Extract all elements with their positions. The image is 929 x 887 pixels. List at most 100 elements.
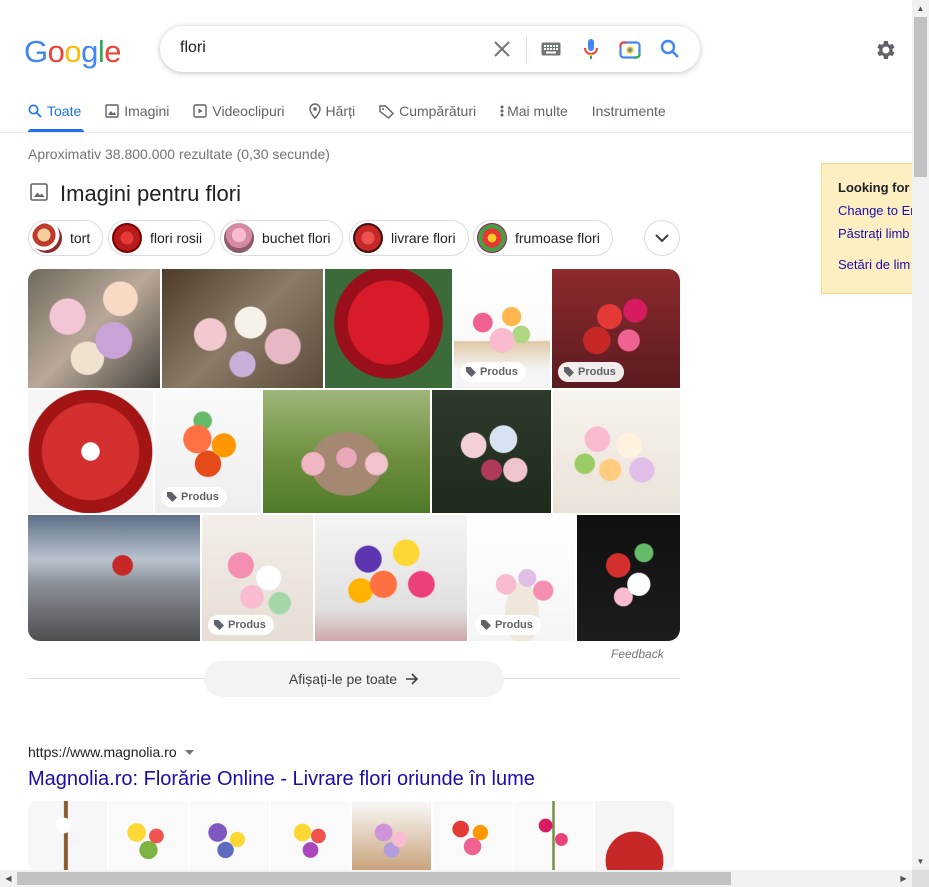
horizontal-scroll-thumb[interactable] <box>17 872 731 885</box>
tab-tools[interactable]: Instrumente <box>592 101 666 121</box>
product-badge: Produs <box>558 362 624 382</box>
tab-more[interactable]: Mai multe <box>500 101 568 121</box>
tab-images[interactable]: Imagini <box>105 101 169 121</box>
keyboard-icon[interactable] <box>539 37 563 61</box>
chip-thumbnail <box>32 223 62 253</box>
result-thumbnail[interactable] <box>28 801 107 871</box>
chip-label: buchet flori <box>262 230 331 246</box>
image-result[interactable] <box>432 390 551 513</box>
header-divider <box>0 132 912 133</box>
result-image-strip <box>28 801 674 871</box>
chip-label: livrare flori <box>391 230 456 246</box>
popup-link-language-settings[interactable]: Setări de lim <box>838 257 921 272</box>
image-result[interactable] <box>325 269 452 388</box>
chip-tort[interactable]: tort <box>28 220 104 256</box>
result-stats: Aproximativ 38.800.000 rezultate (0,30 s… <box>28 146 330 162</box>
tag-icon <box>564 367 574 377</box>
caret-down-icon[interactable] <box>184 749 194 755</box>
camera-lens-icon[interactable] <box>618 37 642 61</box>
chip-label: tort <box>70 230 91 246</box>
popup-link-change-language[interactable]: Change to Er <box>838 203 921 218</box>
image-icon <box>105 104 119 118</box>
tab-shopping[interactable]: Cumpărături <box>379 101 476 121</box>
search-icon <box>28 104 42 118</box>
images-section-title: Imagini pentru flori <box>60 181 241 206</box>
image-result[interactable] <box>553 390 680 513</box>
image-result[interactable] <box>28 390 153 513</box>
tab-label: Instrumente <box>591 103 666 119</box>
feedback-link[interactable]: Feedback <box>611 647 664 661</box>
chevron-down-icon <box>655 233 669 242</box>
video-icon <box>193 104 208 118</box>
image-result[interactable] <box>28 515 200 641</box>
product-badge: Produs <box>460 362 526 382</box>
chip-label: flori rosii <box>150 230 203 246</box>
tag-icon <box>167 492 177 502</box>
result-thumbnail[interactable] <box>271 801 350 871</box>
search-box[interactable]: flori <box>160 26 700 72</box>
google-logo[interactable]: Google <box>24 34 122 70</box>
search-icon[interactable] <box>658 37 682 61</box>
tab-label: Videoclipuri <box>212 103 285 119</box>
chip-thumbnail <box>224 223 254 253</box>
chips-expand-button[interactable] <box>644 220 680 256</box>
show-all-button[interactable]: Afișați-le pe toate <box>204 661 504 697</box>
scroll-left-arrow-icon[interactable]: ◀ <box>0 870 17 887</box>
tab-label: Mai multe <box>507 103 568 119</box>
image-result[interactable] <box>28 269 160 388</box>
search-divider <box>526 37 527 63</box>
tab-all[interactable]: Toate <box>28 101 81 121</box>
show-all-label: Afișați-le pe toate <box>288 671 398 687</box>
image-result[interactable] <box>263 390 430 513</box>
result-thumbnail[interactable] <box>109 801 188 871</box>
product-badge: Produs <box>475 615 541 635</box>
image-result[interactable]: Produs <box>552 269 680 388</box>
chip-flori-rosii[interactable]: flori rosii <box>108 220 216 256</box>
image-grid: Produs Produs Produs Produs Produs <box>28 269 680 641</box>
scroll-right-arrow-icon[interactable]: ▶ <box>895 870 912 887</box>
more-vert-icon <box>500 105 504 117</box>
result-url[interactable]: https://www.magnolia.ro <box>28 744 194 760</box>
tab-label: Imagini <box>124 103 170 119</box>
clear-icon[interactable] <box>490 37 514 61</box>
popup-link-keep-language[interactable]: Păstrați limb <box>838 226 921 241</box>
tab-maps[interactable]: Hărți <box>308 101 356 121</box>
arrow-right-icon <box>406 673 419 685</box>
result-title-link[interactable]: Magnolia.ro: Florărie Online - Livrare f… <box>28 768 535 791</box>
chip-thumbnail <box>353 223 383 253</box>
scroll-up-arrow-icon[interactable]: ▲ <box>912 0 929 17</box>
image-result[interactable]: Produs <box>469 515 575 641</box>
language-suggestion-popup: Looking for Change to Er Păstrați limb S… <box>821 163 921 294</box>
result-thumbnail[interactable] <box>352 801 431 871</box>
image-result[interactable] <box>162 269 323 388</box>
settings-gear-icon[interactable] <box>873 38 897 62</box>
image-result[interactable]: Produs <box>155 390 261 513</box>
pin-icon <box>308 103 321 119</box>
result-thumbnail[interactable] <box>595 801 674 871</box>
result-thumbnail[interactable] <box>514 801 593 871</box>
image-result[interactable]: Produs <box>454 269 550 388</box>
vertical-scroll-thumb[interactable] <box>914 17 927 177</box>
popup-title: Looking for <box>838 180 910 195</box>
image-result[interactable] <box>315 515 467 641</box>
result-thumbnail[interactable] <box>433 801 512 871</box>
image-result[interactable]: Produs <box>202 515 313 641</box>
chip-thumbnail <box>477 223 507 253</box>
search-input[interactable]: flori <box>180 39 206 57</box>
scrollbar-corner <box>912 870 929 887</box>
chip-frumoase-flori[interactable]: frumoase flori <box>473 220 613 256</box>
microphone-icon[interactable] <box>579 37 603 61</box>
chip-buchet-flori[interactable]: buchet flori <box>220 220 344 256</box>
tag-icon <box>379 104 395 119</box>
product-badge: Produs <box>208 615 274 635</box>
scroll-down-arrow-icon[interactable]: ▼ <box>912 853 929 870</box>
tab-label: Cumpărături <box>399 103 477 119</box>
product-badge: Produs <box>161 487 227 507</box>
image-icon <box>30 183 48 201</box>
chip-livrare-flori[interactable]: livrare flori <box>349 220 469 256</box>
search-tabs: Toate Imagini Videoclipuri Hărți Cumpără… <box>28 101 690 121</box>
tab-label: Hărți <box>325 103 356 119</box>
result-thumbnail[interactable] <box>190 801 269 871</box>
tab-videos[interactable]: Videoclipuri <box>193 101 285 121</box>
image-result[interactable] <box>577 515 680 641</box>
